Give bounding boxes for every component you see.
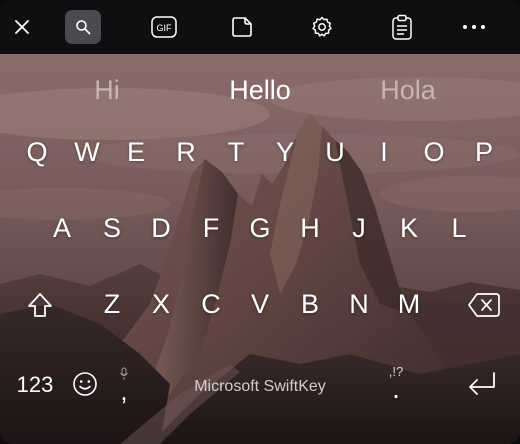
key-c[interactable]: C bbox=[189, 282, 233, 326]
clipboard-icon bbox=[392, 14, 412, 40]
key-u[interactable]: U bbox=[313, 130, 357, 174]
suggestion-3[interactable]: Hola bbox=[356, 74, 460, 106]
comma-label: , bbox=[120, 376, 128, 406]
sticker-icon bbox=[232, 17, 252, 37]
key-x[interactable]: X bbox=[139, 282, 183, 326]
numbers-key[interactable]: 123 bbox=[10, 368, 60, 402]
key-k[interactable]: K bbox=[387, 206, 431, 250]
key-o[interactable]: O bbox=[412, 130, 456, 174]
key-v[interactable]: V bbox=[238, 282, 282, 326]
enter-icon bbox=[469, 372, 495, 395]
more-horizontal-icon bbox=[463, 25, 485, 29]
more-button[interactable] bbox=[456, 10, 492, 44]
keyboard: G I F Hi Hello Hola Q W E R T Y U I O P A … bbox=[0, 0, 520, 444]
gif-icon: GIF bbox=[151, 16, 177, 38]
comma-key[interactable]: , bbox=[112, 362, 136, 406]
shift-icon bbox=[28, 293, 52, 317]
space-bar[interactable]: Microsoft SwiftKey bbox=[150, 378, 370, 396]
key-i[interactable]: I bbox=[362, 130, 406, 174]
key-e[interactable]: E bbox=[114, 130, 158, 174]
suggestion-2[interactable]: Hello bbox=[208, 74, 312, 106]
key-f[interactable]: F bbox=[189, 206, 233, 250]
suggestion-1[interactable]: Hi bbox=[60, 74, 154, 106]
key-t[interactable]: T bbox=[214, 130, 258, 174]
gif-label: GIF bbox=[157, 23, 173, 33]
key-y[interactable]: Y bbox=[263, 130, 307, 174]
key-p[interactable]: P bbox=[462, 130, 506, 174]
key-h[interactable]: H bbox=[288, 206, 332, 250]
close-icon bbox=[15, 20, 29, 34]
gif-button[interactable]: GIF bbox=[146, 10, 182, 44]
sticker-button[interactable] bbox=[224, 10, 260, 44]
key-a[interactable]: A bbox=[40, 206, 84, 250]
close-button[interactable] bbox=[4, 10, 40, 44]
smiley-icon bbox=[73, 372, 97, 396]
shift-key[interactable] bbox=[20, 285, 60, 325]
key-d[interactable]: D bbox=[139, 206, 183, 250]
key-s[interactable]: S bbox=[90, 206, 134, 250]
enter-key[interactable] bbox=[460, 364, 504, 404]
key-q[interactable]: Q bbox=[15, 130, 59, 174]
backspace-key[interactable] bbox=[462, 285, 506, 325]
period-key[interactable]: . bbox=[374, 372, 418, 406]
key-b[interactable]: B bbox=[288, 282, 332, 326]
search-button[interactable] bbox=[65, 10, 101, 44]
settings-button[interactable] bbox=[304, 10, 340, 44]
key-w[interactable]: W bbox=[65, 130, 109, 174]
key-z[interactable]: Z bbox=[90, 282, 134, 326]
key-g[interactable]: G bbox=[238, 206, 282, 250]
search-icon bbox=[76, 20, 91, 35]
backspace-icon bbox=[468, 293, 500, 317]
key-m[interactable]: M bbox=[387, 282, 431, 326]
gear-icon bbox=[312, 16, 332, 37]
keyboard-toolbar: GIF bbox=[0, 0, 520, 54]
clipboard-button[interactable] bbox=[384, 10, 420, 44]
key-n[interactable]: N bbox=[337, 282, 381, 326]
key-j[interactable]: J bbox=[337, 206, 381, 250]
key-l[interactable]: L bbox=[437, 206, 481, 250]
key-r[interactable]: R bbox=[164, 130, 208, 174]
emoji-key[interactable] bbox=[70, 369, 100, 399]
